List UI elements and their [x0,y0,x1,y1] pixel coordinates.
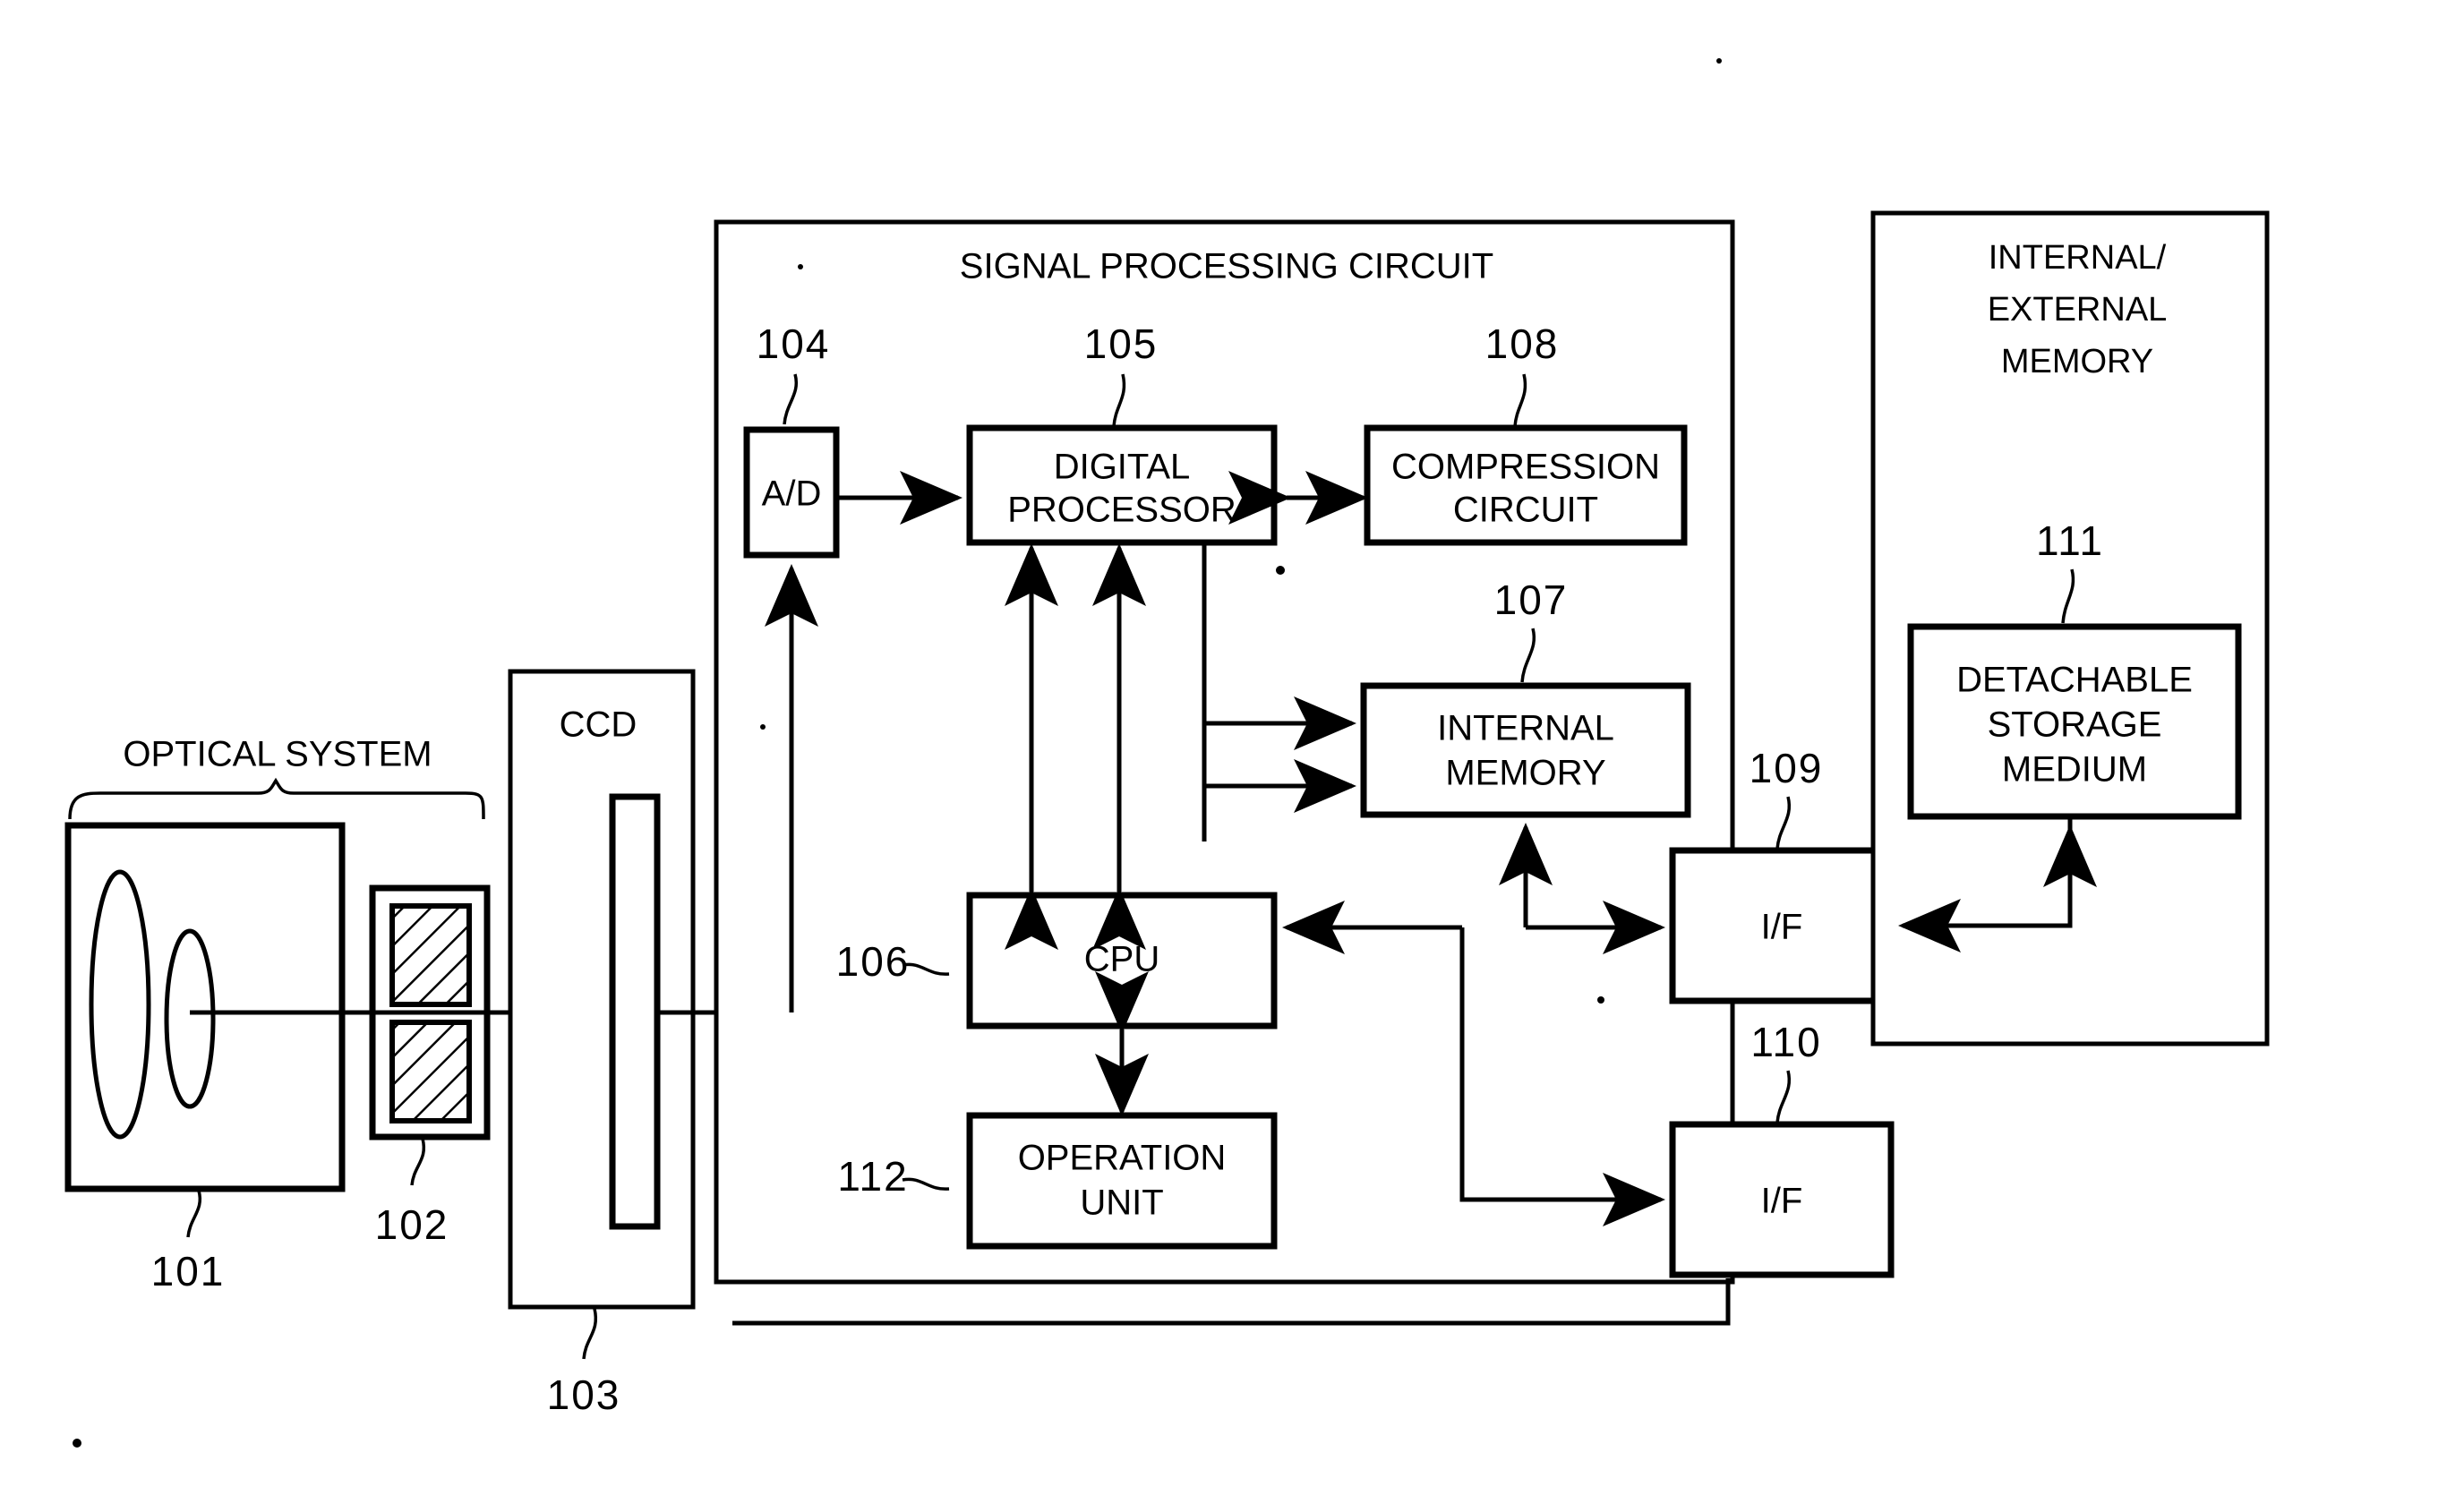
internal-external-memory-title-3: MEMORY [2001,343,2153,380]
ccd-label: CCD [560,705,637,745]
ref-112: 112 [837,1153,908,1200]
block-detachable-storage-label-3: MEDIUM [2002,750,2147,790]
shutter-blade-lower [389,1020,472,1123]
internal-external-memory-group: INTERNAL/ EXTERNAL MEMORY 111 DETACHABLE… [1870,210,2270,1046]
block-detachable-storage-label-1: DETACHABLE [1956,661,2193,700]
ref-107: 107 [1494,577,1569,623]
ref-110: 110 [1750,1019,1821,1065]
ref-102: 102 [375,1201,449,1248]
ref-103: 103 [547,1371,621,1418]
signal-processing-circuit-group: SIGNAL PROCESSING CIRCUIT 104 A/D 105 DI… [714,219,1735,1285]
block-internal-memory-label-1: INTERNAL [1437,709,1614,748]
block-operation-unit-label-2: UNIT [1080,1183,1163,1223]
shutter-blade-upper [389,903,472,1007]
ref-111: 111 [2036,517,2104,564]
block-compression-circuit-label-2: CIRCUIT [1453,491,1598,530]
ref-106: 106 [836,938,911,985]
signal-processing-circuit-title: SIGNAL PROCESSING CIRCUIT [960,247,1493,286]
block-diagram-svg: OPTICAL SYSTEM 101 102 CCD 103 SIGNAL PR… [0,0,2464,1495]
block-detachable-storage-label-2: STORAGE [1988,705,2162,745]
block-if-110-label: I/F [1761,1182,1803,1221]
figure-canvas: OPTICAL SYSTEM 101 102 CCD 103 SIGNAL PR… [0,0,2464,1495]
block-if-109-label: I/F [1761,908,1803,947]
block-operation-unit [966,1112,1278,1250]
block-cpu-label: CPU [1084,940,1159,979]
block-internal-memory-label-2: MEMORY [1445,754,1605,793]
block-digital-processor-label-2: PROCESSOR [1007,491,1236,530]
ref-101: 101 [151,1248,226,1294]
internal-external-memory-title-1: INTERNAL/ [1989,239,2167,277]
ccd-module-outline [508,669,696,1310]
ref-109: 109 [1750,745,1824,791]
ref-108: 108 [1485,320,1560,367]
ref-105: 105 [1084,320,1159,367]
block-compression-circuit-label-1: COMPRESSION [1391,448,1660,487]
internal-external-memory-title-2: EXTERNAL [1988,291,2168,329]
block-digital-processor-label-1: DIGITAL [1054,448,1191,487]
block-internal-memory [1360,682,1691,818]
ccd-sensor-bar [609,793,661,1230]
ref-104: 104 [757,320,831,367]
block-operation-unit-label-1: OPERATION [1018,1139,1227,1178]
block-ad-label: A/D [762,474,822,514]
optical-system-label: OPTICAL SYSTEM [123,735,432,774]
